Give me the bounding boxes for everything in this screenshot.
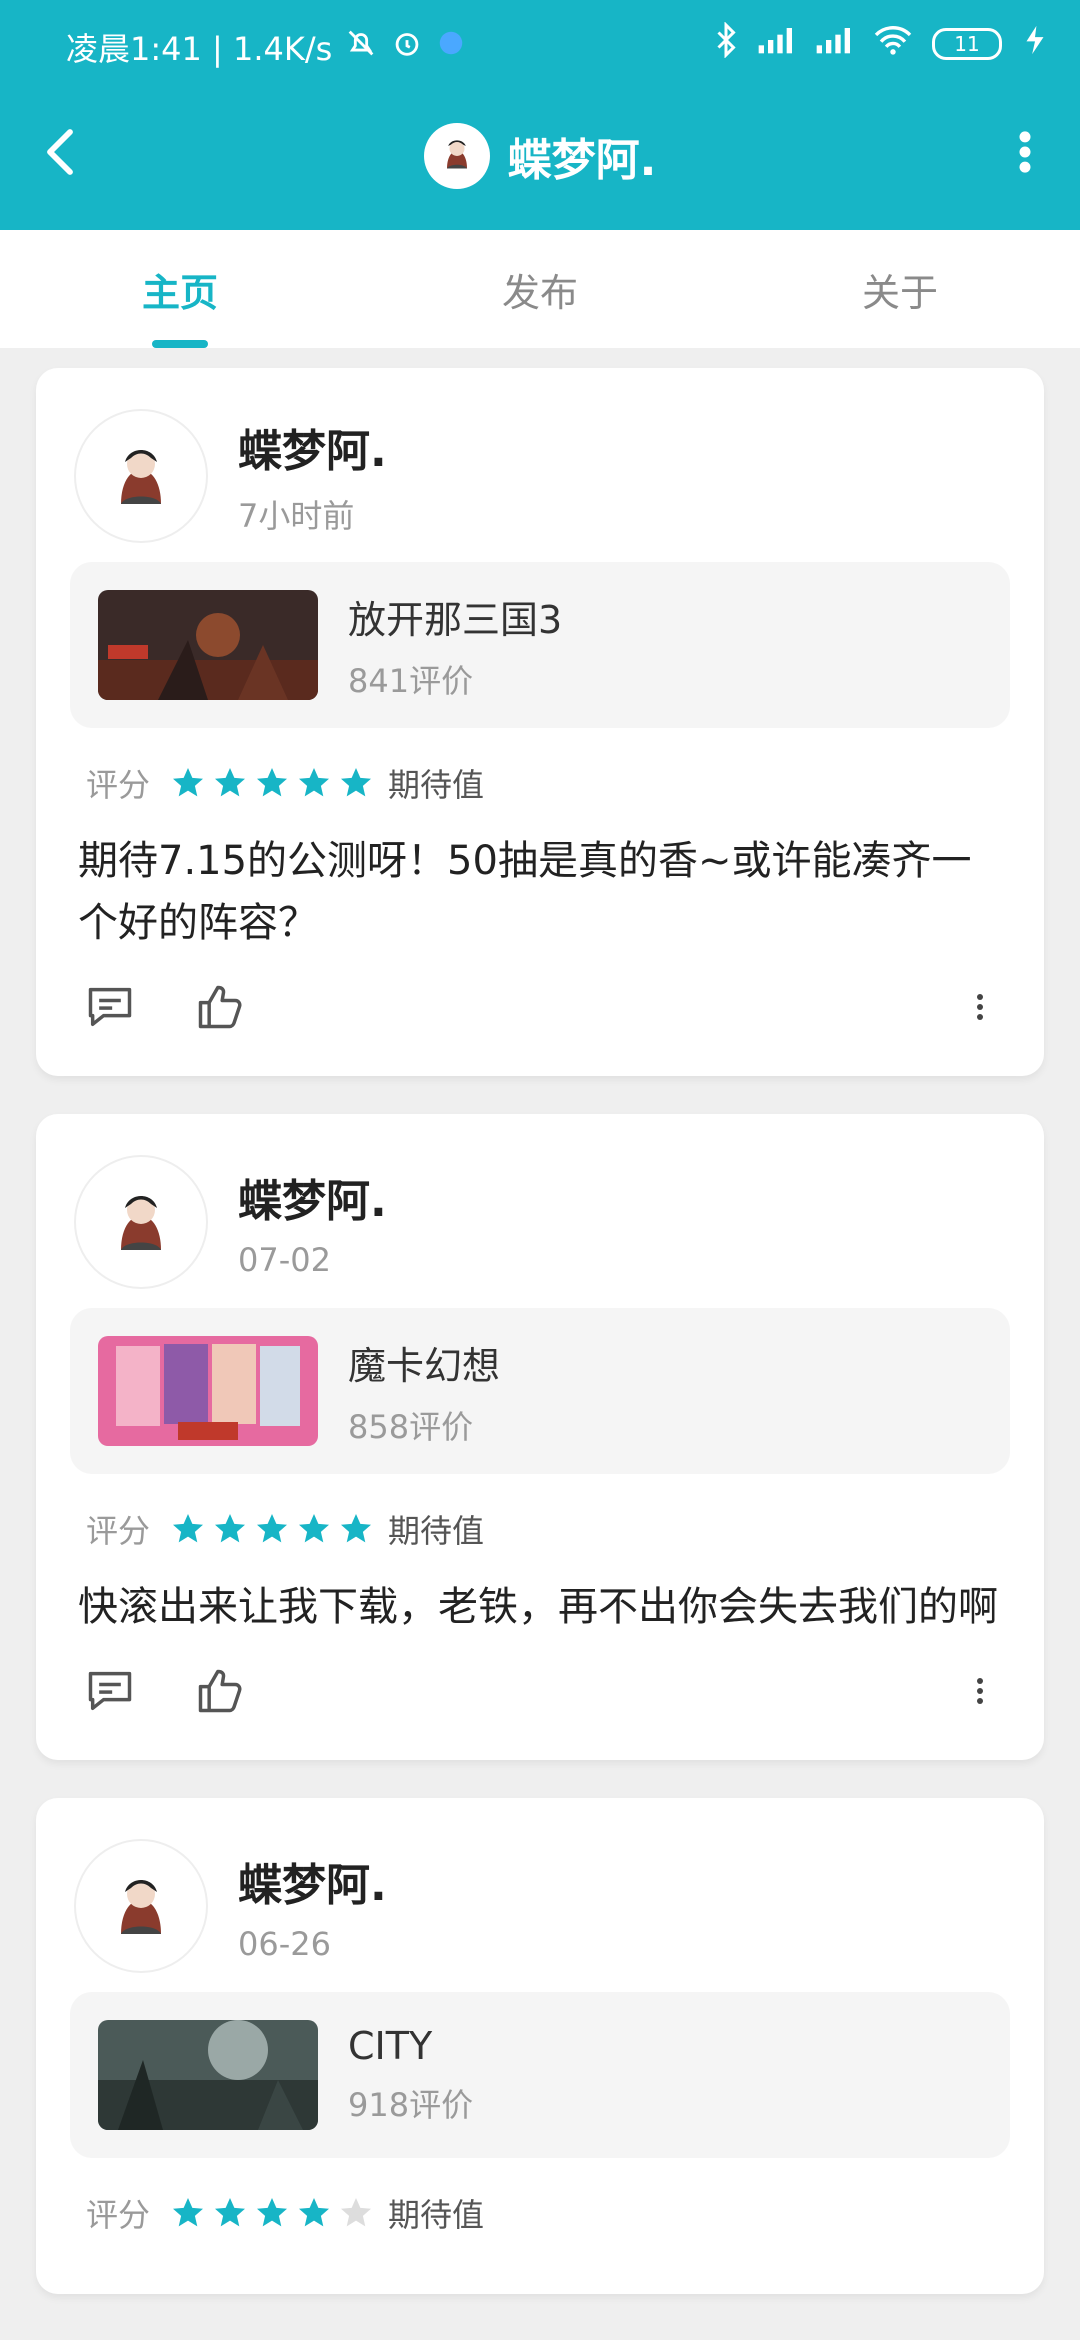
rating-label: 评分 [86,1512,151,1550]
more-vertical-icon [977,994,983,1020]
game-card[interactable]: 放开那三国3 841评价 [70,562,1010,728]
post-time: 7小时前 [238,497,355,535]
like-button[interactable] [190,1661,250,1721]
star-filled-icon [215,768,246,797]
star-filled-icon [341,768,372,797]
game-card[interactable]: 魔卡幻想 858评价 [70,1308,1010,1474]
user-name[interactable]: 蝶梦阿. [238,1165,387,1229]
more-vertical-icon [977,1678,983,1704]
star-filled-icon [173,768,204,797]
user-portrait-icon [121,1196,161,1250]
rating-label: 评分 [86,766,151,804]
signal-hd-icon [756,23,796,65]
review-count: 918评价 [348,2086,474,2124]
review-text: 快滚出来让我下载，老铁，再不出你会失去我们的啊 [78,1584,998,1630]
expectation-label: 期待值 [388,1512,485,1550]
rating-row: 评分 期待值 [70,758,1010,808]
star-filled-icon [173,2198,204,2227]
status-bar: 凌晨1:41 | 1.4K/s 11 [0,0,1080,90]
star-filled-icon [341,1514,372,1543]
comment-button[interactable] [80,1661,140,1721]
thumbs-up-icon [198,985,242,1029]
star-filled-icon [215,1514,246,1543]
game-card[interactable]: CITY 918评价 [70,1992,1010,2158]
review-card: 蝶梦阿. 06-26 CITY 918评价 评分 期待值 [36,1798,1044,2294]
page-title: 蝶梦阿. [507,135,657,186]
rating-label: 评分 [86,2196,151,2234]
game-cover-image [98,2020,318,2130]
star-filled-icon [215,2198,246,2227]
game-cover-image [98,1336,318,1446]
review-count: 858评价 [348,1407,474,1446]
more-options-button[interactable] [1000,122,1050,182]
star-filled-icon [257,1514,288,1543]
game-name: CITY [348,2024,433,2068]
rating-row: 评分 期待值 [70,1504,1010,1554]
app-header: 凌晨1:41 | 1.4K/s 11 蝶梦阿. [0,0,1080,230]
post-time: 06-26 [238,1925,331,1963]
star-filled-icon [257,768,288,797]
signal-icon [814,23,854,65]
game-thumbnail [98,2020,318,2130]
like-button[interactable] [190,977,250,1037]
avatar[interactable] [74,1155,208,1289]
star-filled-icon [299,768,330,797]
tab-home[interactable]: 主页 [0,230,360,348]
comment-icon [88,1671,132,1711]
user-portrait-icon [446,140,467,169]
bluetooth-icon [714,21,738,66]
tab-bar: 主页 发布 关于 [0,230,1080,348]
alarm-icon [390,26,424,68]
comment-icon [88,987,132,1027]
review-text: 期待7.15的公测呀！50抽是真的香~或许能凑齐一个好的阵容？ [78,838,972,946]
star-filled-icon [257,2198,288,2227]
expectation-label: 期待值 [388,766,485,804]
post-more-button[interactable] [960,977,1000,1037]
review-count: 841评价 [348,661,474,700]
more-vertical-icon [1019,131,1031,173]
review-feed: 蝶梦阿. 7小时前 放开那三国3 841评价 评分 期待值 期待7.15的公测呀… [36,368,1044,2332]
review-card: 蝶梦阿. 07-02 魔卡幻想 858评价 评分 期待值 快滚出来让我下载，老铁… [36,1114,1044,1760]
battery-indicator: 11 [932,28,1002,60]
star-filled-icon [299,2198,330,2227]
charging-icon [1020,23,1050,65]
avatar[interactable] [423,123,490,189]
game-name: 放开那三国3 [348,597,563,642]
game-thumbnail [98,590,318,700]
silent-bell-icon [344,26,378,68]
star-rating [170,1511,374,1547]
status-time: 凌晨1:41 | 1.4K/s [66,30,333,68]
star-empty-icon [341,2198,372,2227]
post-more-button[interactable] [960,1661,1000,1721]
post-time: 07-02 [238,1241,331,1279]
review-card: 蝶梦阿. 7小时前 放开那三国3 841评价 评分 期待值 期待7.15的公测呀… [36,368,1044,1076]
comment-button[interactable] [80,977,140,1037]
star-rating [170,2195,374,2231]
rating-row: 评分 期待值 [70,2188,1010,2238]
game-thumbnail [98,1336,318,1446]
star-filled-icon [173,1514,204,1543]
star-filled-icon [299,1514,330,1543]
user-name[interactable]: 蝶梦阿. [238,415,387,479]
profile-title: 蝶梦阿. [0,116,1080,196]
avatar[interactable] [74,409,208,543]
app-bar: 蝶梦阿. [0,90,1080,230]
wifi-icon [872,23,914,65]
game-cover-image [98,590,318,700]
action-bar [70,1656,1010,1726]
avatar[interactable] [74,1839,208,1973]
action-bar [70,972,1010,1042]
user-name[interactable]: 蝶梦阿. [238,1849,387,1913]
user-portrait-icon [121,1880,161,1934]
expectation-label: 期待值 [388,2196,485,2234]
thumbs-up-icon [198,1669,242,1713]
game-name: 魔卡幻想 [348,1343,501,1388]
tab-posts[interactable]: 发布 [360,230,720,348]
user-portrait-icon [121,450,161,504]
app-notification-icon [436,28,466,66]
star-rating [170,765,374,801]
tab-about[interactable]: 关于 [720,230,1080,348]
